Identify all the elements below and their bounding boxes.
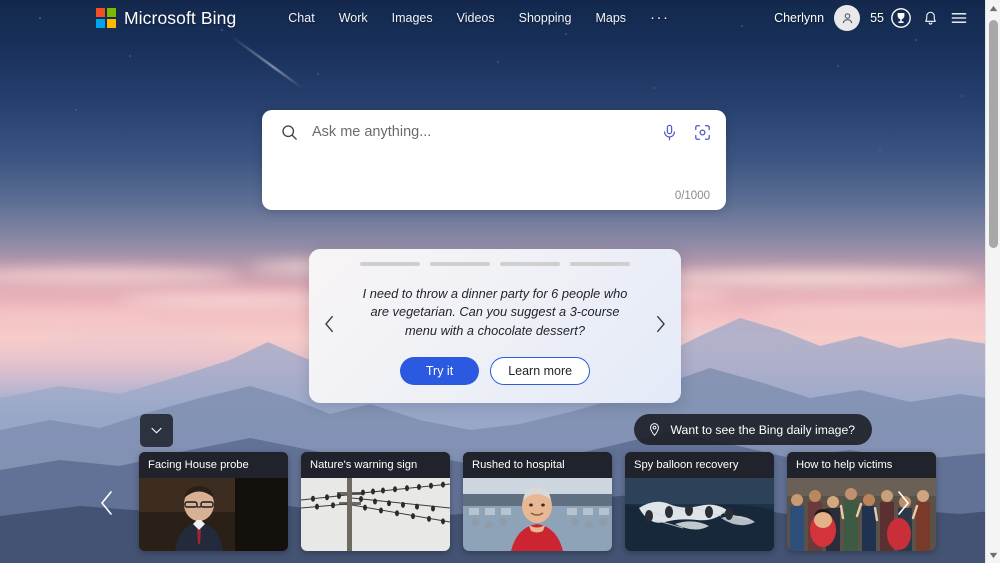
nav-links: Chat Work Images Videos Shopping Maps ··… <box>288 10 670 25</box>
nav-videos[interactable]: Videos <box>457 11 495 25</box>
progress-segment-1[interactable] <box>360 262 420 266</box>
chevron-left-icon <box>101 491 112 515</box>
nav-shopping[interactable]: Shopping <box>519 11 572 25</box>
suggestion-next-button[interactable] <box>654 315 667 338</box>
top-navigation-bar: Microsoft Bing Chat Work Images Videos S… <box>0 0 985 36</box>
progress-segment-3[interactable] <box>500 262 560 266</box>
scroll-down-arrow-icon <box>989 552 998 558</box>
birds-on-wires-photo <box>301 478 450 551</box>
nav-images[interactable]: Images <box>392 11 433 25</box>
daily-image-tooltip-label: Want to see the Bing daily image? <box>670 422 856 437</box>
person-icon <box>842 12 852 23</box>
news-card-title: Facing House probe <box>139 452 288 478</box>
collapse-feed-button[interactable] <box>140 414 173 447</box>
news-carousel: Facing House probe Nature's warning sign… <box>139 452 936 551</box>
avatar[interactable] <box>834 5 861 31</box>
nav-maps[interactable]: Maps <box>595 11 626 25</box>
news-card[interactable]: Spy balloon recovery <box>625 452 774 551</box>
suggestion-prev-button[interactable] <box>323 315 336 338</box>
balloon-debris-ocean-photo <box>625 478 774 551</box>
rewards-button[interactable]: 55 <box>870 7 912 29</box>
search-icon[interactable] <box>280 123 299 142</box>
scroll-down-button[interactable] <box>986 547 1000 563</box>
bing-homepage: Microsoft Bing Chat Work Images Videos S… <box>0 0 1000 563</box>
search-actions <box>660 123 712 142</box>
learn-more-button[interactable]: Learn more <box>490 357 591 385</box>
news-prev-button[interactable] <box>98 489 116 521</box>
suggestion-card: I need to throw a dinner party for 6 peo… <box>309 249 681 403</box>
search-input[interactable] <box>312 124 660 140</box>
brand-logo[interactable]: Microsoft Bing <box>96 8 236 29</box>
news-card-title: Rushed to hospital <box>463 452 612 478</box>
notifications-button[interactable] <box>922 10 939 27</box>
suggestion-buttons: Try it Learn more <box>399 357 591 385</box>
search-box: 0/1000 <box>262 110 726 210</box>
char-counter: 0/1000 <box>674 190 710 202</box>
progress-segment-2[interactable] <box>430 262 490 266</box>
scrollbar-thumb[interactable] <box>989 20 998 248</box>
chevron-right-icon <box>657 315 665 333</box>
crowd-aid-photo <box>787 478 936 551</box>
nav-right-cluster: Cherlynn 55 <box>774 5 969 31</box>
progress-segment-4[interactable] <box>570 262 630 266</box>
news-next-button[interactable] <box>894 489 912 521</box>
microphone-icon[interactable] <box>660 123 679 142</box>
location-pin-icon <box>649 423 659 437</box>
news-card[interactable]: Rushed to hospital <box>463 452 612 551</box>
news-card[interactable]: Nature's warning sign <box>301 452 450 551</box>
try-it-button[interactable]: Try it <box>399 357 480 385</box>
nav-more-overflow[interactable]: ··· <box>650 10 670 25</box>
carousel-progress <box>360 262 630 266</box>
chevron-left-icon <box>325 315 333 333</box>
search-row <box>262 110 726 154</box>
visual-search-camera-icon[interactable] <box>693 123 712 142</box>
rewards-trophy-icon <box>891 8 911 28</box>
bell-icon <box>925 11 936 25</box>
rewards-count: 55 <box>870 11 884 25</box>
man-red-shirt-stadium-photo <box>463 478 612 551</box>
chevron-right-icon <box>898 491 909 515</box>
nav-work[interactable]: Work <box>339 11 368 25</box>
user-name: Cherlynn <box>774 11 825 25</box>
brand-name: Microsoft Bing <box>124 7 237 28</box>
hamburger-menu-icon <box>951 13 967 23</box>
nav-chat[interactable]: Chat <box>288 11 314 25</box>
page-scrollbar[interactable] <box>985 0 1000 563</box>
microsoft-logo-icon <box>96 8 116 28</box>
suggestion-carousel: I need to throw a dinner party for 6 peo… <box>309 249 681 403</box>
daily-image-tooltip[interactable]: Want to see the Bing daily image? <box>633 414 872 445</box>
hamburger-menu-button[interactable] <box>949 8 969 28</box>
politician-hearing-photo <box>139 478 288 551</box>
news-card[interactable]: How to help victims <box>787 452 936 551</box>
news-card-title: Spy balloon recovery <box>625 452 774 478</box>
news-card-title: Nature's warning sign <box>301 452 450 478</box>
news-card[interactable]: Facing House probe <box>139 452 288 551</box>
suggestion-prompt-text: I need to throw a dinner party for 6 peo… <box>362 285 628 338</box>
scroll-up-button[interactable] <box>986 0 1000 16</box>
scroll-up-arrow-icon <box>989 5 998 11</box>
chevron-down-icon <box>151 427 162 434</box>
background-meteor-streak <box>231 36 303 89</box>
news-card-title: How to help victims <box>787 452 936 478</box>
